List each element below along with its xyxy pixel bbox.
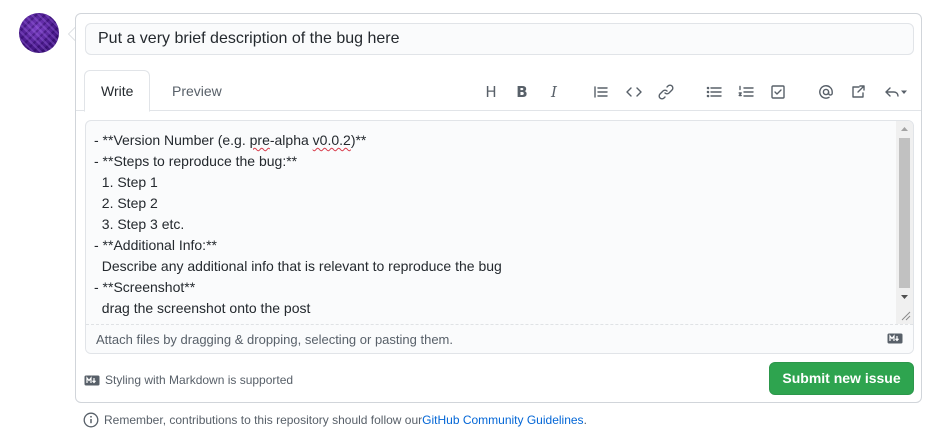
new-issue-form: Write Preview H B I [75, 13, 922, 403]
scroll-down-arrow-icon[interactable] [896, 289, 913, 305]
reference-icon[interactable] [846, 80, 870, 104]
scroll-up-arrow-icon[interactable] [896, 121, 913, 137]
body-line: 3. Step 3 etc. [94, 216, 185, 232]
issue-title-input[interactable] [85, 23, 914, 55]
community-guidelines-link[interactable]: GitHub Community Guidelines [422, 413, 583, 427]
submit-new-issue-button[interactable]: Submit new issue [769, 362, 914, 395]
chevron-down-icon [901, 90, 907, 94]
avatar[interactable] [19, 13, 59, 53]
reply-icon[interactable] [880, 80, 912, 104]
vertical-scrollbar[interactable] [896, 121, 913, 324]
task-list-icon[interactable] [766, 80, 790, 104]
resize-grip-icon[interactable] [899, 309, 911, 321]
attach-files-text: Attach files by dragging & dropping, sel… [96, 332, 453, 347]
bulleted-list-icon[interactable] [702, 80, 726, 104]
contribution-note: Remember, contributions to this reposito… [83, 412, 587, 428]
body-line: Describe any additional info that is rel… [94, 258, 502, 274]
tab-preview[interactable]: Preview [156, 70, 238, 111]
code-icon[interactable] [622, 80, 646, 104]
body-line: - **Steps to reproduce the bug:** [94, 153, 298, 169]
info-icon [83, 412, 99, 428]
bold-icon[interactable]: B [510, 80, 534, 104]
heading-icon[interactable]: H [479, 80, 503, 104]
contribution-note-suffix: . [583, 413, 587, 427]
body-line: drag the screenshot onto the post [94, 300, 311, 316]
markdown-hint[interactable]: Styling with Markdown is supported [84, 372, 293, 388]
body-line: 1. Step 1 [94, 174, 158, 190]
contribution-note-text: Remember, contributions to this reposito… [104, 413, 423, 427]
link-icon[interactable] [654, 80, 678, 104]
scrollbar-thumb[interactable] [899, 138, 910, 288]
markdown-hint-text: Styling with Markdown is supported [105, 373, 294, 387]
markdown-icon [887, 333, 903, 344]
markdown-icon [84, 375, 100, 385]
issue-body-textarea[interactable]: - **Version Number (e.g. pre-alpha v0.0.… [86, 121, 898, 324]
attach-files-bar[interactable]: Attach files by dragging & dropping, sel… [86, 324, 913, 353]
numbered-list-icon[interactable] [734, 80, 758, 104]
body-line: 2. Step 2 [94, 195, 158, 211]
quote-icon[interactable] [589, 80, 613, 104]
issue-body-editor[interactable]: - **Version Number (e.g. pre-alpha v0.0.… [85, 120, 914, 354]
italic-icon[interactable]: I [542, 80, 566, 104]
tab-write[interactable]: Write [84, 70, 151, 112]
mention-icon[interactable] [814, 80, 838, 104]
body-line: - **Screenshot** [94, 279, 196, 295]
body-line-1: - **Version Number (e.g. pre-alpha v0.0.… [94, 132, 367, 148]
body-line: - **Additional Info:** [94, 237, 217, 253]
